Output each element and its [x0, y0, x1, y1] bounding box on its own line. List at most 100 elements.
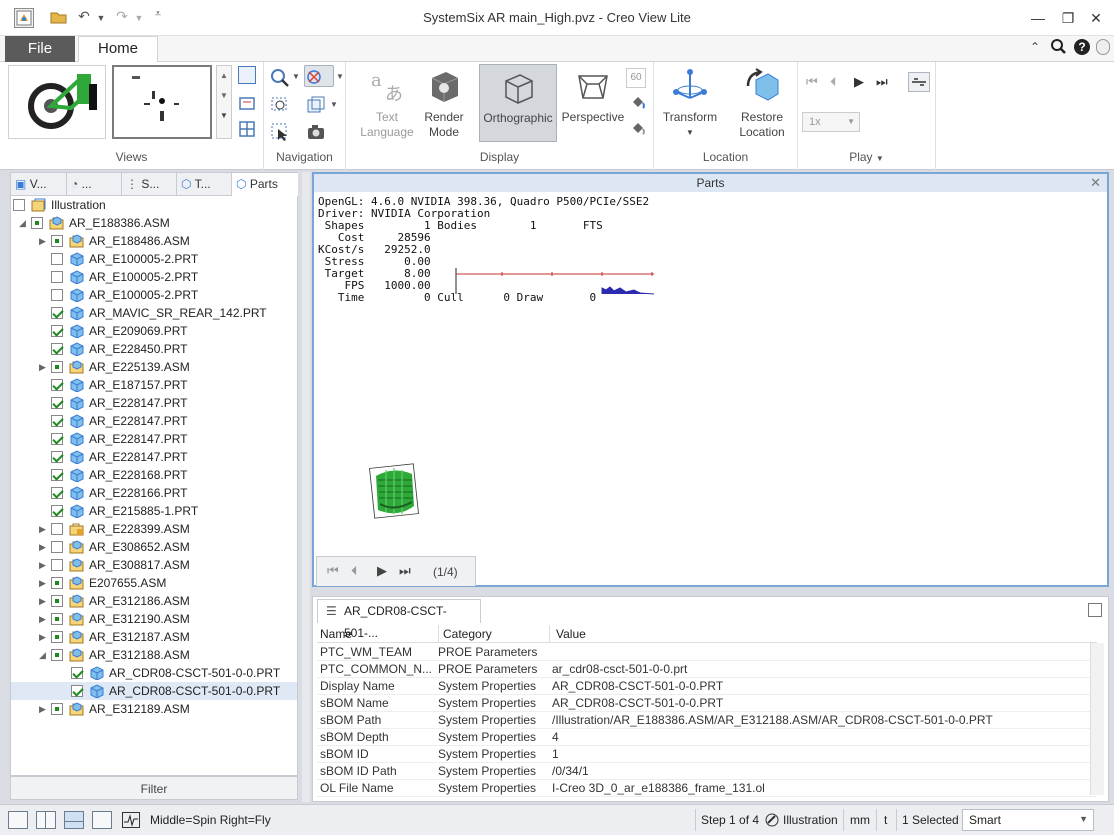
visibility-checkbox[interactable]: [51, 397, 63, 409]
tab-views[interactable]: ▣ V...: [11, 173, 67, 196]
capture-view-icon[interactable]: [238, 94, 256, 112]
tree-row[interactable]: ◢ AR_E188386.ASM: [11, 214, 297, 232]
visibility-checkbox[interactable]: [51, 307, 63, 319]
step-last-icon[interactable]: ⏭: [399, 563, 411, 579]
tree-row[interactable]: AR_E209069.PRT: [11, 322, 297, 340]
visibility-checkbox[interactable]: [51, 577, 63, 589]
tree-row[interactable]: AR_E100005-2.PRT: [11, 268, 297, 286]
collapse-triangle-icon[interactable]: ◢: [39, 646, 49, 664]
sequence-icon[interactable]: [908, 72, 930, 92]
visibility-checkbox[interactable]: [51, 469, 63, 481]
views-scrollbar[interactable]: ▲ ▼ ▼: [216, 65, 232, 139]
property-row[interactable]: sBOM ID System Properties 1: [317, 746, 1097, 763]
tree-row[interactable]: ▶ AR_E228399.ASM: [11, 520, 297, 538]
panel-splitter[interactable]: [302, 172, 310, 802]
file-tab[interactable]: File: [5, 36, 75, 62]
visibility-checkbox[interactable]: [51, 253, 63, 265]
zoom-icon[interactable]: [268, 66, 290, 88]
visibility-checkbox[interactable]: [71, 667, 83, 679]
visibility-checkbox[interactable]: [51, 631, 63, 643]
visibility-checkbox[interactable]: [51, 559, 63, 571]
zoom-window-icon[interactable]: [268, 94, 290, 116]
paint-bucket-icon[interactable]: [630, 94, 646, 110]
tree-row[interactable]: AR_E215885-1.PRT: [11, 502, 297, 520]
property-row[interactable]: PTC_WM_TEAM PROE Parameters: [317, 644, 1097, 661]
properties-expand-icon[interactable]: [1088, 603, 1102, 617]
illustration-status[interactable]: Illustration: [783, 813, 838, 827]
step-play-icon[interactable]: ▶: [377, 563, 387, 579]
selection-mode-select[interactable]: Smart ▼: [962, 809, 1094, 831]
tree-row[interactable]: ▶ E207655.ASM: [11, 574, 297, 592]
expand-triangle-icon[interactable]: ▶: [39, 574, 49, 592]
camera-icon[interactable]: [304, 120, 326, 142]
last-step-icon[interactable]: ⏭: [876, 74, 888, 90]
filter-bar[interactable]: Filter: [10, 776, 298, 800]
tree-row[interactable]: ▶ AR_E225139.ASM: [11, 358, 297, 376]
orientation-dropdown-icon[interactable]: ▼: [330, 100, 338, 109]
property-row[interactable]: OL File Name System Properties I-Creo 3D_0…: [317, 780, 1097, 797]
properties-tab[interactable]: ☰ AR_CDR08-CSCT-501-...: [317, 599, 481, 640]
property-row[interactable]: sBOM ID Path System Properties/0/34/1: [317, 763, 1097, 780]
visibility-checkbox[interactable]: [51, 289, 63, 301]
tree-row[interactable]: AR_CDR08-CSCT-501-0-0.PRT: [11, 682, 297, 700]
user-icon[interactable]: [1096, 39, 1110, 55]
fps-box[interactable]: 60: [626, 68, 646, 88]
property-row[interactable]: sBOM Name System Properties AR_CDR08-CSCT-…: [317, 695, 1097, 712]
search-icon[interactable]: [1050, 38, 1066, 56]
visibility-checkbox[interactable]: [71, 685, 83, 697]
property-row[interactable]: PTC_COMMON_N... PROE Parameters ar_cdr08-c…: [317, 661, 1097, 678]
minimize-icon[interactable]: —: [1028, 9, 1048, 27]
visibility-checkbox[interactable]: [51, 613, 63, 625]
layout-split-icon[interactable]: [36, 811, 56, 829]
visibility-checkbox[interactable]: [51, 451, 63, 463]
units-status[interactable]: mm: [850, 813, 870, 827]
expand-triangle-icon[interactable]: ▶: [39, 538, 49, 556]
part-model-graphic[interactable]: [368, 462, 420, 520]
spin-tool-icon[interactable]: [304, 65, 334, 87]
tree-row[interactable]: AR_E228147.PRT: [11, 412, 297, 430]
tree-row[interactable]: AR_E228450.PRT: [11, 340, 297, 358]
tree-row[interactable]: ▶ AR_E312186.ASM: [11, 592, 297, 610]
tab-markups[interactable]: ◔ ...: [67, 173, 122, 196]
transform-button[interactable]: Transform ▼: [658, 64, 722, 140]
tree-row[interactable]: AR_E228147.PRT: [11, 430, 297, 448]
visibility-checkbox[interactable]: [51, 361, 63, 373]
grid-view-icon[interactable]: [238, 120, 256, 138]
visibility-checkbox[interactable]: [51, 379, 63, 391]
collapse-triangle-icon[interactable]: ◢: [19, 214, 29, 232]
tree-row[interactable]: ▶ AR_E312187.ASM: [11, 628, 297, 646]
close-icon[interactable]: ✕: [1086, 9, 1106, 27]
property-row[interactable]: sBOM Depth System Properties 4: [317, 729, 1097, 746]
parts-close-icon[interactable]: ✕: [1090, 174, 1101, 192]
tab-structure[interactable]: ⋮ S...: [122, 173, 177, 196]
tab-parts[interactable]: ⬡ Parts: [232, 173, 298, 196]
visibility-checkbox[interactable]: [51, 595, 63, 607]
previous-step-icon[interactable]: ⏴: [830, 74, 837, 90]
tree-row[interactable]: AR_E100005-2.PRT: [11, 250, 297, 268]
visibility-checkbox[interactable]: [51, 415, 63, 427]
expand-triangle-icon[interactable]: ▶: [39, 556, 49, 574]
expand-triangle-icon[interactable]: ▶: [39, 358, 49, 376]
step-previous-icon[interactable]: ⏴: [351, 563, 358, 579]
view-orientation-icon[interactable]: [304, 94, 326, 116]
text-language-button[interactable]: aあ Text Language: [350, 64, 424, 140]
speed-select[interactable]: 1x ▼: [802, 112, 860, 132]
paint-bucket-2-icon[interactable]: [630, 120, 646, 136]
layout-horizontal-icon[interactable]: [64, 811, 84, 829]
visibility-checkbox[interactable]: [51, 541, 63, 553]
layout-full-icon[interactable]: [92, 811, 112, 829]
property-row[interactable]: sBOM Path System Properties/Illustration/…: [317, 712, 1097, 729]
expand-triangle-icon[interactable]: ▶: [39, 520, 49, 538]
render-mode-button[interactable]: Render Mode: [424, 64, 464, 140]
tree-row[interactable]: AR_MAVIC_SR_REAR_142.PRT: [11, 304, 297, 322]
help-icon[interactable]: ?: [1074, 39, 1090, 55]
step-first-icon[interactable]: ⏮: [327, 563, 339, 579]
tree-row[interactable]: AR_CDR08-CSCT-501-0-0.PRT: [11, 664, 297, 682]
maximize-icon[interactable]: ❐: [1058, 9, 1078, 27]
play-group-label[interactable]: Play ▼: [798, 150, 935, 164]
tab-tree[interactable]: ⬡ T...: [177, 173, 232, 196]
collapse-ribbon-icon[interactable]: ⌃: [1030, 40, 1040, 54]
expand-triangle-icon[interactable]: ▶: [39, 610, 49, 628]
tree-row[interactable]: AR_E228147.PRT: [11, 394, 297, 412]
tree-row[interactable]: AR_E228166.PRT: [11, 484, 297, 502]
